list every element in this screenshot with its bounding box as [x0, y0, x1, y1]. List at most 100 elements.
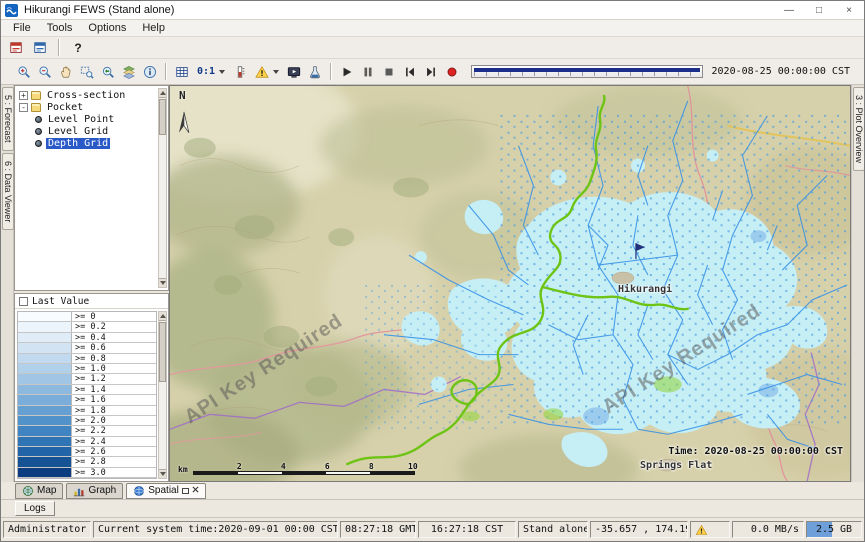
- step-forward-button[interactable]: [421, 62, 441, 82]
- legend-row[interactable]: >= 0: [18, 312, 156, 322]
- play-button[interactable]: [337, 62, 357, 82]
- close-icon[interactable]: ×: [834, 1, 864, 19]
- scale-tick-label: 2: [198, 462, 242, 471]
- menu-item[interactable]: Tools: [39, 21, 81, 35]
- help-button[interactable]: ?: [68, 39, 88, 57]
- tree-item[interactable]: Level Grid: [17, 125, 157, 137]
- zoom-in-button[interactable]: [14, 62, 34, 82]
- dock-tab-data-viewer[interactable]: 6 : Data Viewer: [2, 153, 14, 230]
- legend-title: Last Value: [32, 296, 89, 307]
- tab-graph[interactable]: Graph: [66, 483, 123, 499]
- legend-color-swatch: [18, 457, 72, 466]
- legend-row-label: >= 0.8: [72, 354, 156, 363]
- tree-item[interactable]: Level Point: [17, 113, 157, 125]
- scroll-up-icon[interactable]: [159, 89, 166, 98]
- legend-row[interactable]: >= 2.6: [18, 447, 156, 457]
- map-display-icon[interactable]: [30, 38, 50, 58]
- legend-row[interactable]: >= 1.4: [18, 385, 156, 395]
- zoom-rectangle-button[interactable]: [77, 62, 97, 82]
- tab-spatial[interactable]: Spatial: [126, 483, 206, 499]
- map-view[interactable]: N API Key Required API Key Required Hiku…: [169, 85, 851, 482]
- timeline-slider[interactable]: [471, 65, 702, 78]
- stop-button[interactable]: [379, 62, 399, 82]
- gauge-button[interactable]: [230, 62, 250, 82]
- maximize-icon[interactable]: □: [804, 1, 834, 19]
- last-value-checkbox[interactable]: [19, 297, 28, 306]
- legend-color-swatch: [18, 364, 72, 373]
- app-window: Hikurangi FEWS (Stand alone) — □ × FileT…: [0, 0, 865, 542]
- legend-color-swatch: [18, 416, 72, 425]
- info-button[interactable]: [140, 62, 160, 82]
- zoom-out-button[interactable]: [35, 62, 55, 82]
- scroll-down-icon[interactable]: [159, 469, 166, 478]
- sampler-flask-button[interactable]: [305, 62, 325, 82]
- legend-row-label: >= 0: [72, 312, 156, 321]
- status-warning[interactable]: [690, 521, 730, 538]
- record-button[interactable]: [442, 62, 462, 82]
- zoom-previous-button[interactable]: [98, 62, 118, 82]
- step-back-button[interactable]: [400, 62, 420, 82]
- dock-tab-forecast[interactable]: 5 : Forecast: [2, 87, 14, 151]
- tree-item-icon: [31, 103, 41, 112]
- toolbar-time-label: 2020-08-25 00:00:00 CST: [712, 66, 850, 77]
- dock-tab-plot-overview[interactable]: 3 : Plot Overview: [853, 87, 865, 171]
- scroll-thumb[interactable]: [159, 322, 166, 382]
- menu-item[interactable]: File: [5, 21, 39, 35]
- animation-display-button[interactable]: [284, 62, 304, 82]
- pause-button[interactable]: [358, 62, 378, 82]
- legend-row[interactable]: >= 1.6: [18, 395, 156, 405]
- tree-item-icon: [35, 116, 42, 123]
- scroll-up-icon[interactable]: [159, 312, 166, 321]
- menu-bar: FileToolsOptionsHelp: [1, 20, 864, 37]
- toolbar-separator: [330, 63, 332, 80]
- tab-map[interactable]: Map: [15, 483, 63, 499]
- legend-row[interactable]: >= 1.8: [18, 406, 156, 416]
- legend-row[interactable]: >= 2.2: [18, 426, 156, 436]
- tree-expander-icon[interactable]: +: [19, 91, 28, 100]
- legend-row[interactable]: >= 3.0: [18, 468, 156, 478]
- float-panel-icon[interactable]: [182, 488, 189, 494]
- legend-row[interactable]: >= 0.2: [18, 322, 156, 332]
- tree-scrollbar[interactable]: [158, 88, 167, 288]
- minimize-icon[interactable]: —: [774, 1, 804, 19]
- logs-button[interactable]: Logs: [15, 501, 55, 516]
- warning-dropdown[interactable]: [251, 62, 283, 82]
- legend-row[interactable]: >= 0.8: [18, 354, 156, 364]
- legend-row-label: >= 2.8: [72, 457, 156, 466]
- tab-spatial-label: Spatial: [148, 485, 179, 496]
- close-tab-icon[interactable]: [192, 485, 199, 496]
- timestep-dropdown[interactable]: 0:1: [193, 62, 229, 82]
- legend-row-label: >= 3.0: [72, 468, 156, 477]
- menu-item[interactable]: Options: [80, 21, 134, 35]
- tree-item[interactable]: - Pocket: [17, 101, 157, 113]
- scroll-down-icon[interactable]: [159, 278, 166, 287]
- pan-hand-button[interactable]: [56, 62, 76, 82]
- menu-item[interactable]: Help: [134, 21, 173, 35]
- legend-row[interactable]: >= 2.8: [18, 457, 156, 467]
- legend-row[interactable]: >= 1.0: [18, 364, 156, 374]
- legend-row[interactable]: >= 1.2: [18, 374, 156, 384]
- legend-color-swatch: [18, 447, 72, 456]
- layer-tree: + Cross-section - Pocket: [17, 89, 157, 288]
- scale-tick-label: 8: [330, 462, 374, 471]
- layers-button[interactable]: [119, 62, 139, 82]
- legend-row[interactable]: >= 2.0: [18, 416, 156, 426]
- table-grid-button[interactable]: [172, 62, 192, 82]
- legend-row[interactable]: >= 0.4: [18, 333, 156, 343]
- legend-row[interactable]: >= 0.6: [18, 343, 156, 353]
- tree-item[interactable]: Depth Grid: [17, 137, 157, 149]
- bottom-tab-bar: Map Graph Spatial: [1, 482, 864, 500]
- scroll-thumb[interactable]: [159, 99, 166, 135]
- map-canvas[interactable]: [170, 86, 850, 481]
- database-icon[interactable]: [6, 38, 26, 58]
- legend-row-label: >= 2.2: [72, 426, 156, 435]
- legend-color-swatch: [18, 385, 72, 394]
- sphere-icon: [133, 485, 145, 497]
- tree-item[interactable]: + Cross-section: [17, 89, 157, 101]
- legend-row[interactable]: >= 2.4: [18, 437, 156, 447]
- legend-color-swatch: [18, 333, 72, 342]
- map-toolbar: 0:1: [1, 59, 864, 85]
- tree-expander-icon[interactable]: -: [19, 103, 28, 112]
- legend-scrollbar[interactable]: [158, 311, 167, 479]
- tree-item-icon: [35, 128, 42, 135]
